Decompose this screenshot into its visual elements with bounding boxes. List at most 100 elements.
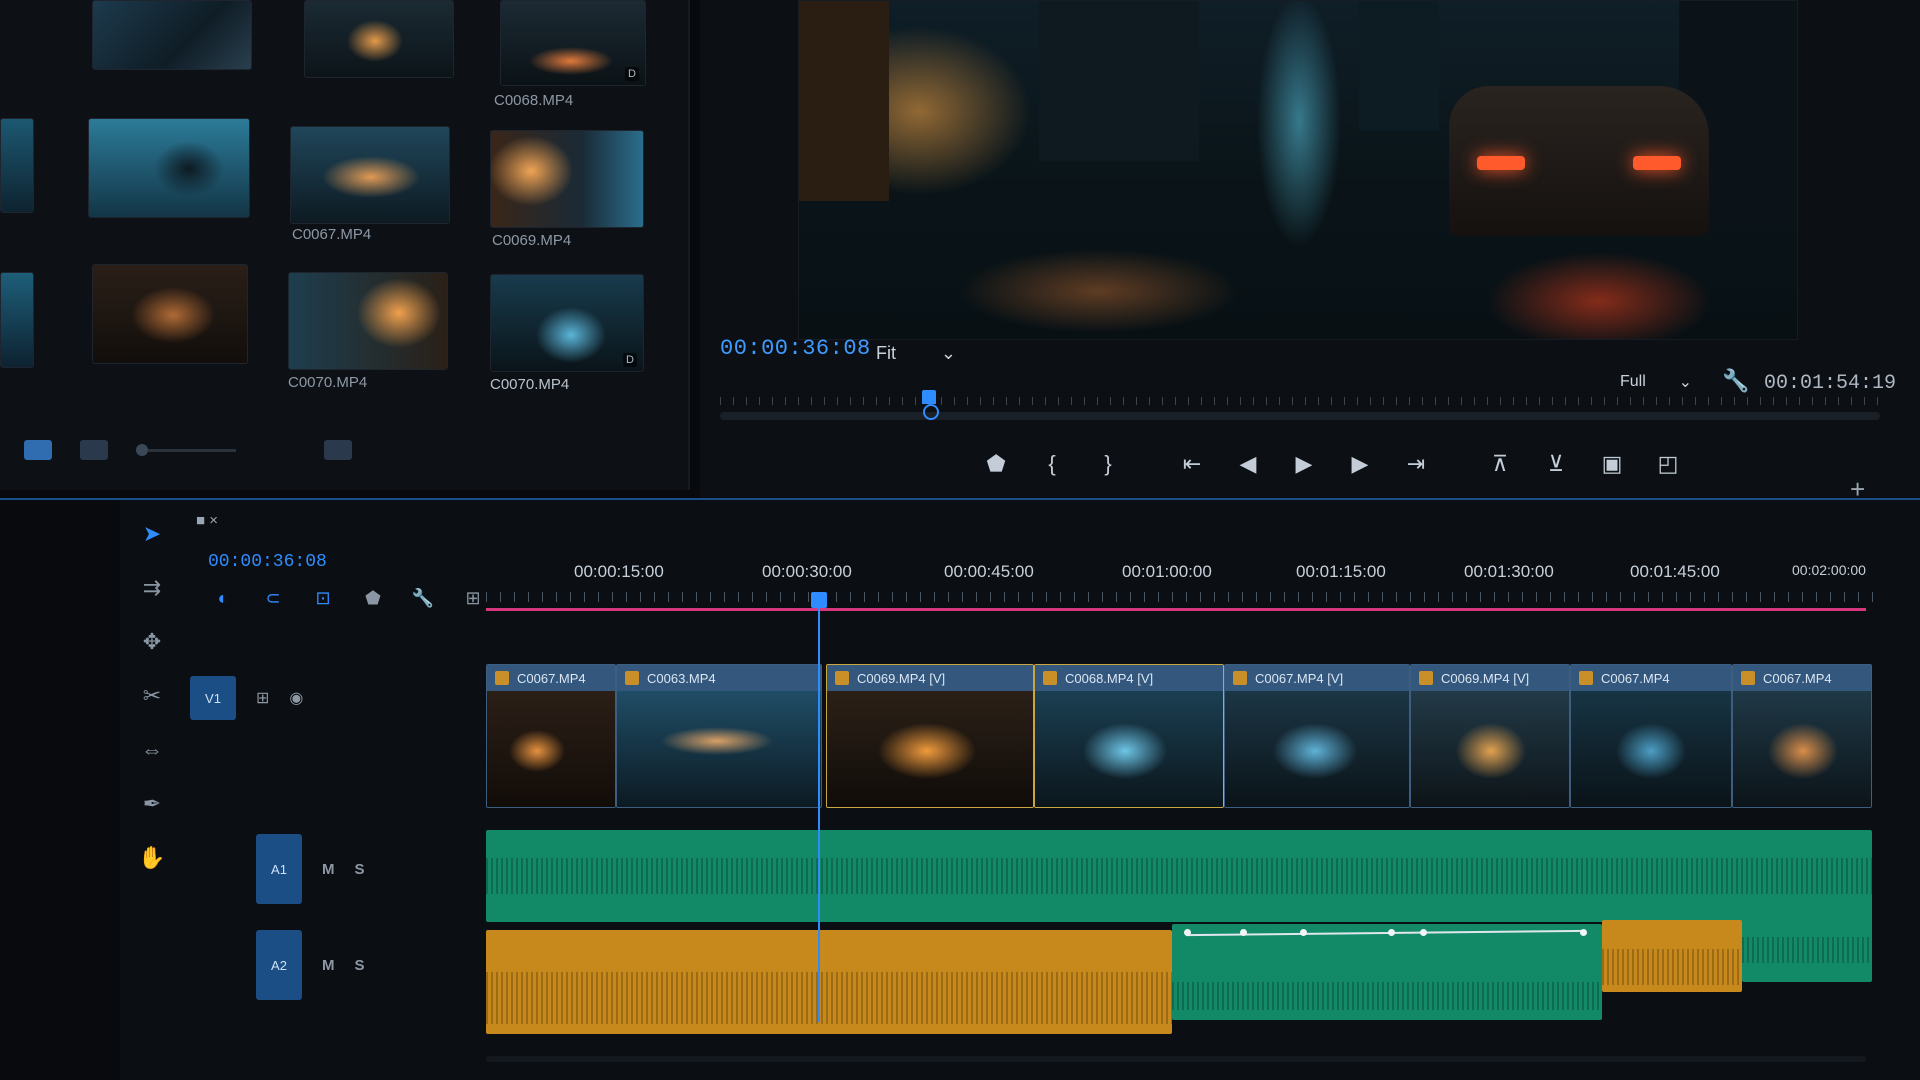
thumbnail-label: C0069.MP4 (492, 232, 572, 249)
extract-icon[interactable]: ⊻ (1540, 448, 1572, 480)
export-frame-icon[interactable]: ▣ (1596, 448, 1628, 480)
nest-icon[interactable]: ◐ (210, 588, 236, 612)
audio-clip[interactable] (1172, 924, 1602, 1020)
ripple-edit-icon[interactable]: ✥ (138, 628, 166, 656)
media-thumbnail[interactable] (490, 130, 644, 228)
sort-icon[interactable] (324, 440, 352, 460)
snap-icon[interactable]: ⊂ (260, 588, 286, 612)
step-back-icon[interactable]: ◀ (1232, 448, 1264, 480)
track-label[interactable]: A2 (256, 930, 302, 1000)
keyframe-icon[interactable] (1300, 929, 1307, 936)
wrench-icon[interactable]: 🔧 (410, 588, 436, 612)
icon-view-icon[interactable] (80, 440, 108, 460)
step-forward-icon[interactable]: ▶ (1344, 448, 1376, 480)
sequence-tab[interactable]: ■ × (196, 512, 218, 529)
timeline-panel: ➤ ⇉ ✥ ✂ ⇔ ✒ ✋ ■ × 00:00:36:08 ◐ ⊂ ⊡ ⬟ 🔧 … (0, 498, 1920, 1080)
timeline-ruler[interactable]: 00:00:15:00 00:00:30:00 00:00:45:00 00:0… (486, 554, 1886, 614)
selection-tool-icon[interactable]: ➤ (138, 520, 166, 548)
clip-name: C0068.MP4 [V] (1065, 670, 1154, 686)
media-thumbnail[interactable] (92, 0, 252, 70)
media-thumbnail[interactable] (88, 118, 250, 218)
ruler-label: 00:02:00:00 (1792, 562, 1866, 578)
play-icon[interactable]: ▶ (1288, 448, 1320, 480)
audio-waveform (1172, 981, 1602, 1011)
keyframe-icon[interactable] (1240, 929, 1247, 936)
zoom-value: Fit (876, 342, 896, 363)
clip-name: C0067.MP4 (1763, 670, 1832, 686)
tools-panel: ➤ ⇉ ✥ ✂ ⇔ ✒ ✋ (132, 520, 172, 872)
video-clip[interactable]: C0067.MP4 (1732, 664, 1872, 808)
eye-icon[interactable]: ◉ (289, 688, 303, 708)
add-marker-icon[interactable]: ⬟ (980, 448, 1012, 480)
video-clip[interactable]: C0067.MP4 (1570, 664, 1732, 808)
video-clip[interactable]: C0067.MP4 [V] (1224, 664, 1410, 808)
track-label[interactable]: A1 (256, 834, 302, 904)
video-clip[interactable]: C0063.MP4 (616, 664, 822, 808)
mark-out-icon[interactable]: } (1092, 448, 1124, 480)
mute-icon[interactable]: M (322, 861, 335, 878)
media-thumbnail[interactable] (0, 272, 34, 368)
clip-name: C0063.MP4 (647, 670, 716, 686)
audio-clip[interactable] (486, 930, 1172, 1034)
audio-clip[interactable] (486, 830, 1872, 922)
video-clip[interactable]: C0069.MP4 [V] (826, 664, 1034, 808)
keyframe-icon[interactable] (1580, 929, 1587, 936)
left-panel (0, 500, 120, 1080)
slip-tool-icon[interactable]: ⇔ (138, 736, 166, 764)
track-label[interactable]: V1 (190, 676, 236, 720)
work-area-bar[interactable] (486, 608, 1866, 611)
track-select-icon[interactable]: ⇉ (138, 574, 166, 602)
fx-badge-icon (1233, 671, 1247, 685)
keyframe-icon[interactable] (1388, 929, 1395, 936)
razor-tool-icon[interactable]: ✂ (138, 682, 166, 710)
video-subject (1449, 86, 1709, 236)
zoom-slider[interactable] (136, 443, 236, 456)
go-to-in-icon[interactable]: ⇤ (1176, 448, 1208, 480)
solo-icon[interactable]: S (355, 957, 365, 974)
media-thumbnail[interactable] (0, 118, 34, 213)
lift-icon[interactable]: ⊼ (1484, 448, 1516, 480)
timeline-scrollbar[interactable] (486, 1056, 1866, 1062)
monitor-time-ruler[interactable] (720, 385, 1880, 407)
mute-icon[interactable]: M (322, 957, 335, 974)
video-clip[interactable]: C0067.MP4 (486, 664, 616, 808)
video-clip[interactable]: C0068.MP4 [V] (1034, 664, 1224, 808)
hand-tool-icon[interactable]: ✋ (138, 844, 166, 872)
mark-in-icon[interactable]: { (1036, 448, 1068, 480)
thumbnail-label: C0070.MP4 (288, 374, 368, 391)
timeline-playhead[interactable] (811, 592, 827, 1022)
media-thumbnail[interactable] (304, 0, 454, 78)
audio-waveform (1602, 948, 1742, 985)
audio-clip[interactable] (1602, 920, 1742, 992)
media-thumbnail[interactable]: D (500, 0, 646, 86)
video-clip[interactable]: C0069.MP4 [V] (1410, 664, 1570, 808)
list-view-icon[interactable] (24, 440, 52, 460)
clip-name: C0069.MP4 [V] (857, 670, 946, 686)
add-marker-icon[interactable]: ⬟ (360, 588, 386, 612)
current-timecode[interactable]: 00:00:36:08 (720, 336, 871, 361)
pen-tool-icon[interactable]: ✒ (138, 790, 166, 818)
captions-icon[interactable]: ⊞ (460, 588, 486, 612)
project-panel: D C0068.MP4 C0067.MP4 C0069.MP4 C0070.MP… (0, 0, 690, 490)
media-thumbnail[interactable] (288, 272, 448, 370)
sync-lock-icon[interactable]: ⊞ (256, 688, 269, 708)
sequence-timecode[interactable]: 00:00:36:08 (208, 552, 327, 572)
media-thumbnail[interactable]: D (490, 274, 644, 372)
media-thumbnail[interactable] (92, 264, 248, 364)
media-thumbnail[interactable] (290, 126, 450, 224)
compare-view-icon[interactable]: ◰ (1652, 448, 1684, 480)
monitor-playhead[interactable] (922, 390, 939, 420)
go-to-out-icon[interactable]: ⇥ (1400, 448, 1432, 480)
keyframe-icon[interactable] (1184, 929, 1191, 936)
zoom-select[interactable]: Fit ⌄ (876, 340, 956, 366)
monitor-scrollbar[interactable] (720, 412, 1880, 420)
audio-clip[interactable] (1742, 918, 1872, 982)
linked-selection-icon[interactable]: ⊡ (310, 588, 336, 612)
project-panel-footer (0, 420, 690, 480)
solo-icon[interactable]: S (355, 861, 365, 878)
keyframe-icon[interactable] (1420, 929, 1427, 936)
ruler-label: 00:00:30:00 (762, 562, 852, 581)
ruler-ticks (486, 592, 1886, 602)
thumbnail-label: C0070.MP4 (490, 376, 570, 393)
clip-name: C0069.MP4 [V] (1441, 670, 1530, 686)
